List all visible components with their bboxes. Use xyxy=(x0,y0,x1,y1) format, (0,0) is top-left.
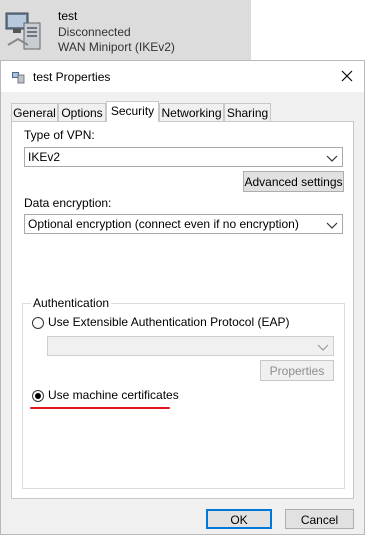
properties-dialog: test Properties General Options Security… xyxy=(0,60,365,535)
security-tab-panel: Type of VPN: IKEv2 Advanced settings Dat… xyxy=(11,121,354,499)
chevron-down-icon xyxy=(326,219,338,229)
eap-method-dropdown xyxy=(47,336,334,356)
eap-properties-label: Properties xyxy=(269,364,325,378)
chevron-down-icon xyxy=(326,152,338,162)
tab-security[interactable]: Security xyxy=(106,101,159,122)
eap-properties-button: Properties xyxy=(260,360,334,381)
data-encryption-dropdown[interactable]: Optional encryption (connect even if no … xyxy=(24,214,343,234)
tab-networking-label: Networking xyxy=(161,106,222,120)
eap-option-label[interactable]: Use Extensible Authentication Protocol (… xyxy=(48,315,289,329)
tab-networking[interactable]: Networking xyxy=(159,103,224,121)
tab-general-label: General xyxy=(13,106,56,120)
connection-status: Disconnected xyxy=(58,25,131,39)
advanced-settings-button[interactable]: Advanced settings xyxy=(243,171,344,192)
dialog-titlebar[interactable]: test Properties xyxy=(1,61,364,92)
properties-window-icon xyxy=(11,70,25,84)
annotation-underline xyxy=(30,407,170,409)
eap-radio[interactable] xyxy=(32,317,44,329)
tab-general[interactable]: General xyxy=(11,103,58,121)
radio-selected-dot xyxy=(35,393,41,399)
ok-button[interactable]: OK xyxy=(206,509,272,529)
dialog-title: test Properties xyxy=(33,70,111,84)
tab-options[interactable]: Options xyxy=(58,103,106,121)
advanced-settings-label: Advanced settings xyxy=(244,175,343,189)
data-encryption-label: Data encryption: xyxy=(24,196,112,210)
tab-sharing[interactable]: Sharing xyxy=(224,103,271,121)
ok-label: OK xyxy=(230,513,248,527)
connection-item-test[interactable]: test Disconnected WAN Miniport (IKEv2) xyxy=(0,0,251,60)
machine-certificates-label[interactable]: Use machine certificates xyxy=(48,388,179,402)
authentication-group-label: Authentication xyxy=(31,296,112,310)
vpn-type-label: Type of VPN: xyxy=(24,128,95,142)
connection-name: test xyxy=(58,9,78,23)
vpn-type-value: IKEv2 xyxy=(28,150,61,164)
cancel-label: Cancel xyxy=(300,513,339,527)
authentication-groupbox: Authentication Use Extensible Authentica… xyxy=(22,296,345,489)
machine-certificates-radio[interactable] xyxy=(32,390,44,402)
chevron-down-icon xyxy=(317,341,329,351)
vpn-connection-icon xyxy=(4,9,48,53)
vpn-type-dropdown[interactable]: IKEv2 xyxy=(24,147,343,167)
cancel-button[interactable]: Cancel xyxy=(285,509,354,529)
close-icon[interactable] xyxy=(332,62,362,90)
tab-security-label: Security xyxy=(110,104,155,118)
connection-device: WAN Miniport (IKEv2) xyxy=(58,40,175,54)
tab-sharing-label: Sharing xyxy=(226,106,269,120)
tab-options-label: Options xyxy=(61,106,103,120)
data-encryption-value: Optional encryption (connect even if no … xyxy=(28,217,299,231)
